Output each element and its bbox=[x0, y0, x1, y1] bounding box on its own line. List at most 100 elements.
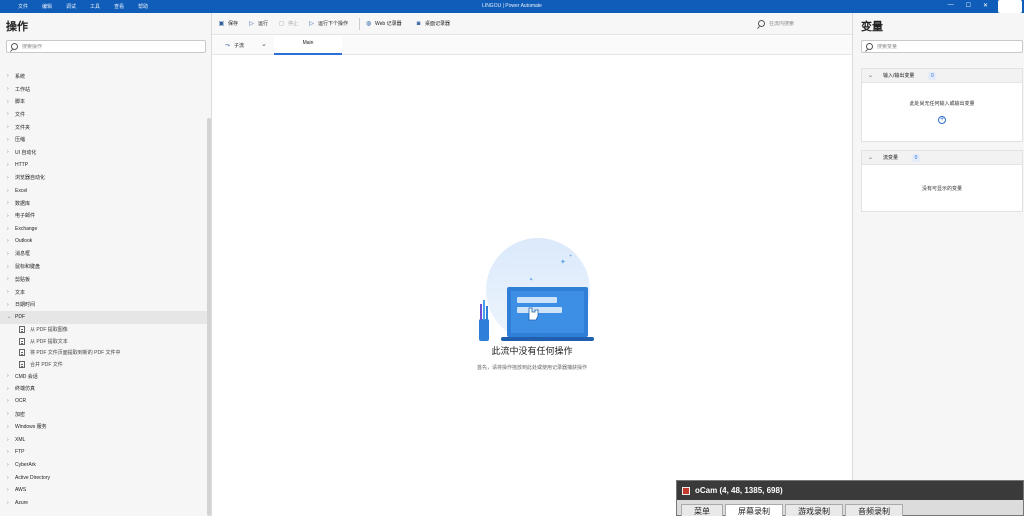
ocam-tab-game-record[interactable]: 游戏录制 bbox=[785, 504, 843, 516]
chevron-right-icon: › bbox=[7, 200, 9, 207]
action-category[interactable]: › Outlook bbox=[0, 235, 207, 248]
close-button[interactable]: ✕ bbox=[983, 2, 988, 9]
action-category[interactable]: › AWS bbox=[0, 484, 207, 497]
actions-search[interactable] bbox=[6, 40, 206, 53]
action-category[interactable]: › 电子邮件 bbox=[0, 210, 207, 223]
action-category[interactable]: › 文件夹 bbox=[0, 121, 207, 134]
io-variables-body: 此处尚无任何输入或输出变量 + bbox=[862, 83, 1022, 124]
io-variables-header[interactable]: ⌄ 输入/输出变量 0 bbox=[862, 69, 1022, 83]
flow-search-input[interactable] bbox=[769, 20, 850, 27]
desktop-icon: ◙ bbox=[416, 20, 421, 27]
action-category[interactable]: › 文件 bbox=[0, 108, 207, 121]
pdf-action-item[interactable]: 从 PDF 提取文本 bbox=[0, 335, 207, 347]
action-category-label: 鼠标和键盘 bbox=[15, 264, 41, 271]
action-category[interactable]: › 鼠标和键盘 bbox=[0, 260, 207, 273]
action-category[interactable]: › 日期时间 bbox=[0, 298, 207, 311]
actions-search-input[interactable] bbox=[22, 43, 205, 50]
action-category[interactable]: › Azure bbox=[0, 497, 207, 510]
action-category[interactable]: › 加密 bbox=[0, 408, 207, 421]
action-category[interactable]: › 数据库 bbox=[0, 197, 207, 210]
action-category[interactable]: › 工作站 bbox=[0, 83, 207, 96]
action-category[interactable]: › 浏览器自动化 bbox=[0, 172, 207, 185]
empty-flow-illustration: ✦ ✦ ✦ bbox=[479, 238, 594, 342]
run-button[interactable]: ▷ 运行 bbox=[248, 20, 269, 28]
pdf-action-item[interactable]: 合并 PDF 文件 bbox=[0, 358, 207, 370]
minimize-button[interactable]: — bbox=[948, 2, 954, 9]
action-category[interactable]: › CyberArk bbox=[0, 459, 207, 472]
step-icon: ▷ bbox=[309, 20, 314, 27]
action-category[interactable]: ⌄ PDF bbox=[0, 311, 207, 324]
action-category-label: OCR bbox=[15, 398, 27, 405]
subflow-dropdown[interactable]: ⤳ 子流 bbox=[224, 42, 245, 50]
io-variables-title: 输入/输出变量 bbox=[883, 73, 915, 79]
chevron-right-icon: › bbox=[7, 86, 9, 93]
action-category-label: 消息框 bbox=[15, 251, 31, 258]
action-category[interactable]: › XML bbox=[0, 433, 207, 446]
action-category[interactable]: › Exchange bbox=[0, 222, 207, 235]
action-category-label: CMD 会话 bbox=[15, 373, 38, 380]
run-next-action-button[interactable]: ▷ 运行下个操作 bbox=[308, 20, 348, 28]
variables-search[interactable] bbox=[861, 40, 1023, 53]
ocam-title-bar[interactable]: oCam (4, 48, 1385, 698) bbox=[677, 481, 1023, 500]
save-button[interactable]: ▣ 保存 bbox=[218, 20, 238, 28]
chevron-down-icon[interactable]: ⌄ bbox=[261, 40, 267, 48]
chevron-right-icon: › bbox=[7, 212, 9, 219]
action-category[interactable]: › 压缩 bbox=[0, 133, 207, 146]
stop-button[interactable]: ▢ 停止 bbox=[278, 20, 298, 28]
add-icon[interactable]: + bbox=[938, 116, 946, 124]
chevron-right-icon: › bbox=[7, 124, 9, 131]
ocam-tab-screen-record[interactable]: 屏幕录制 bbox=[725, 504, 783, 516]
action-category-list: › 系统 › 工作站 › 脚本 › 文件 › 文件夹 › 压缩 › UI 自动化 › HTTP › 浏览器自动化 ›… bbox=[0, 70, 207, 509]
actions-scrollbar[interactable] bbox=[207, 118, 211, 516]
action-category[interactable]: › Active Directory bbox=[0, 471, 207, 484]
pdf-action-item[interactable]: 从 PDF 提取图像 bbox=[0, 324, 207, 336]
action-category[interactable]: › 消息框 bbox=[0, 248, 207, 261]
avatar[interactable] bbox=[998, 0, 1022, 13]
action-category[interactable]: › 剪贴板 bbox=[0, 273, 207, 286]
chevron-right-icon: › bbox=[7, 250, 9, 257]
flow-tabs: ⤳ 子流 ⌄ Main bbox=[212, 36, 852, 55]
variables-search-input[interactable] bbox=[877, 43, 1022, 50]
action-category-label: XML bbox=[15, 436, 26, 443]
action-category[interactable]: › 系统 bbox=[0, 70, 207, 83]
action-category-label: FTP bbox=[15, 449, 25, 456]
chevron-right-icon: › bbox=[7, 449, 9, 456]
action-category[interactable]: › CMD 会话 bbox=[0, 370, 207, 383]
maximize-button[interactable]: ☐ bbox=[966, 2, 971, 9]
action-category-label: Windows 服务 bbox=[15, 424, 47, 431]
action-category[interactable]: › 脚本 bbox=[0, 95, 207, 108]
flow-search[interactable] bbox=[754, 17, 850, 30]
chevron-right-icon: › bbox=[7, 149, 9, 156]
desktop-recorder-button[interactable]: ◙ 桌面记录器 bbox=[415, 20, 451, 28]
action-category-label: 浏览器自动化 bbox=[15, 175, 46, 182]
empty-flow-hint: 首先，请将操作拖放到此处或使用记录器捕获操作 bbox=[476, 365, 587, 371]
chevron-right-icon: › bbox=[7, 398, 9, 405]
search-icon bbox=[11, 43, 18, 50]
pdf-action-item[interactable]: 将 PDF 文件页面提取到新的 PDF 文件中 bbox=[0, 347, 207, 359]
document-icon bbox=[19, 360, 25, 368]
globe-icon: ◍ bbox=[365, 20, 372, 27]
run-label: 运行 bbox=[258, 21, 269, 27]
ocam-tab-menu[interactable]: 菜单 bbox=[681, 504, 723, 516]
chevron-down-icon: ⌄ bbox=[868, 73, 874, 79]
action-category[interactable]: › OCR bbox=[0, 395, 207, 408]
desktop-recorder-label: 桌面记录器 bbox=[425, 21, 451, 27]
chevron-right-icon: › bbox=[7, 499, 9, 506]
chevron-right-icon: › bbox=[7, 111, 9, 118]
action-category[interactable]: › 文本 bbox=[0, 286, 207, 299]
action-category[interactable]: › HTTP bbox=[0, 159, 207, 172]
tab-main[interactable]: Main bbox=[274, 36, 342, 55]
action-category[interactable]: › FTP bbox=[0, 446, 207, 459]
action-category[interactable]: › UI 自动化 bbox=[0, 146, 207, 159]
action-category-label: 数据库 bbox=[15, 200, 31, 207]
chevron-right-icon: › bbox=[7, 487, 9, 494]
action-category[interactable]: › Excel bbox=[0, 184, 207, 197]
action-category[interactable]: › 终端仿真 bbox=[0, 382, 207, 395]
action-category-label: AWS bbox=[15, 487, 27, 494]
action-category[interactable]: › Windows 服务 bbox=[0, 421, 207, 434]
action-category-label: CyberArk bbox=[15, 461, 36, 468]
flow-variables-header[interactable]: ⌄ 流变量 0 bbox=[862, 151, 1022, 165]
ocam-tab-audio-record[interactable]: 音频录制 bbox=[845, 504, 903, 516]
subflow-label: 子流 bbox=[234, 43, 245, 49]
web-recorder-button[interactable]: ◍ Web 记录器 bbox=[365, 20, 402, 28]
